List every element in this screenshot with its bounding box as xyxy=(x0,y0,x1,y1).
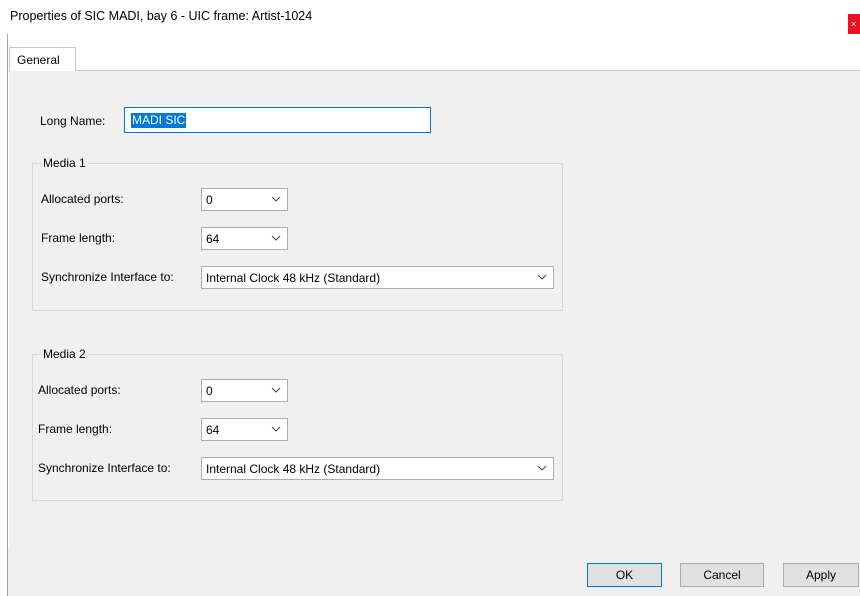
tab-general[interactable]: General xyxy=(9,47,76,71)
close-button[interactable]: × xyxy=(848,14,860,34)
media2-allocated-ports-label: Allocated ports: xyxy=(38,383,121,397)
chevron-down-icon xyxy=(271,387,281,393)
media2-allocated-ports-value: 0 xyxy=(206,384,213,398)
media1-frame-length-select[interactable]: 64 xyxy=(201,227,288,250)
media1-sync-select[interactable]: Internal Clock 48 kHz (Standard) xyxy=(201,266,554,289)
chevron-down-icon xyxy=(537,465,547,471)
window-title: Properties of SIC MADI, bay 6 - UIC fram… xyxy=(10,9,313,23)
media2-sync-label: Synchronize Interface to: xyxy=(38,461,171,475)
media2-sync-value: Internal Clock 48 kHz (Standard) xyxy=(206,462,381,476)
media2-frame-length-value: 64 xyxy=(206,423,220,437)
window-border xyxy=(7,34,8,596)
media1-allocated-ports-value: 0 xyxy=(206,193,213,207)
media1-allocated-ports-select[interactable]: 0 xyxy=(201,188,288,211)
chevron-down-icon xyxy=(271,196,281,202)
ok-button[interactable]: OK xyxy=(587,563,662,587)
media1-sync-label: Synchronize Interface to: xyxy=(41,270,174,284)
media2-allocated-ports-select[interactable]: 0 xyxy=(201,379,288,402)
chevron-down-icon xyxy=(537,274,547,280)
title-bar: Properties of SIC MADI, bay 6 - UIC fram… xyxy=(0,0,860,34)
long-name-label: Long Name: xyxy=(40,114,106,128)
tab-general-label: General xyxy=(17,53,60,67)
media1-sync-value: Internal Clock 48 kHz (Standard) xyxy=(206,271,381,285)
media1-frame-length-value: 64 xyxy=(206,232,220,246)
media1-allocated-ports-label: Allocated ports: xyxy=(41,192,124,206)
cancel-button[interactable]: Cancel xyxy=(680,563,764,587)
chevron-down-icon xyxy=(271,235,281,241)
long-name-value: MADI SIC xyxy=(131,113,187,128)
media2-legend: Media 2 xyxy=(41,347,88,361)
media1-frame-length-label: Frame length: xyxy=(41,231,116,245)
media2-sync-select[interactable]: Internal Clock 48 kHz (Standard) xyxy=(201,457,554,480)
media1-legend: Media 1 xyxy=(41,156,88,170)
media2-frame-length-label: Frame length: xyxy=(38,422,113,436)
apply-button[interactable]: Apply xyxy=(783,563,859,587)
close-icon: × xyxy=(851,19,857,29)
media2-frame-length-select[interactable]: 64 xyxy=(201,418,288,441)
chevron-down-icon xyxy=(271,426,281,432)
long-name-input[interactable]: MADI SIC xyxy=(124,107,431,133)
